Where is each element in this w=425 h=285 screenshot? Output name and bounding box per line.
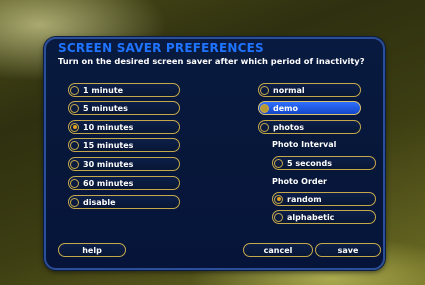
timeout-option-label: 60 minutes: [83, 178, 134, 188]
timeout-option-label: 10 minutes: [83, 122, 134, 132]
cancel-button[interactable]: cancel: [243, 243, 313, 257]
saver-option-normal[interactable]: normal: [258, 83, 361, 97]
radio-selected-icon: [70, 122, 79, 132]
photo-order-option-random[interactable]: random: [272, 192, 376, 206]
radio-selected-icon: [274, 194, 283, 204]
timeout-option-label: disable: [83, 197, 116, 207]
timeout-option-disable[interactable]: disable: [68, 195, 180, 209]
timeout-option-label: 5 minutes: [83, 103, 128, 113]
radio-icon: [70, 85, 79, 95]
radio-icon: [260, 122, 269, 132]
radio-icon: [274, 212, 283, 222]
radio-icon: [70, 103, 79, 113]
radio-icon: [70, 178, 79, 188]
radio-icon: [70, 159, 79, 169]
saver-option-label: photos: [273, 122, 304, 132]
timeout-option-10-minutes[interactable]: 10 minutes: [68, 120, 180, 134]
photo-order-option-alphabetic[interactable]: alphabetic: [272, 210, 376, 224]
help-button[interactable]: help: [58, 243, 126, 257]
radio-icon: [70, 140, 79, 150]
timeout-option-label: 15 minutes: [83, 140, 134, 150]
spinner-icon: [274, 158, 283, 168]
timeout-option-60-minutes[interactable]: 60 minutes: [68, 176, 180, 190]
dialog-title: SCREEN SAVER PREFERENCES: [58, 41, 264, 55]
photo-order-heading: Photo Order: [272, 177, 328, 186]
photo-order-option-label: random: [287, 194, 322, 204]
timeout-option-5-minutes[interactable]: 5 minutes: [68, 101, 180, 115]
photo-interval-selector[interactable]: 5 seconds: [272, 156, 376, 170]
timeout-option-30-minutes[interactable]: 30 minutes: [68, 157, 180, 171]
timeout-option-1-minute[interactable]: 1 minute: [68, 83, 180, 97]
radio-icon: [260, 103, 269, 113]
radio-icon: [70, 197, 79, 207]
timeout-option-label: 1 minute: [83, 85, 124, 95]
dialog-subtitle: Turn on the desired screen saver after w…: [58, 56, 365, 66]
preferences-dialog: [44, 37, 385, 270]
saver-option-label: normal: [273, 85, 305, 95]
saver-option-demo[interactable]: demo: [258, 101, 361, 115]
radio-icon: [260, 85, 269, 95]
photo-order-option-label: alphabetic: [287, 212, 335, 222]
save-button[interactable]: save: [315, 243, 381, 257]
saver-option-label: demo: [273, 103, 298, 113]
photo-interval-value: 5 seconds: [287, 158, 332, 168]
timeout-option-label: 30 minutes: [83, 159, 134, 169]
saver-option-photos[interactable]: photos: [258, 120, 361, 134]
photo-interval-heading: Photo Interval: [272, 140, 337, 149]
timeout-option-15-minutes[interactable]: 15 minutes: [68, 138, 180, 152]
